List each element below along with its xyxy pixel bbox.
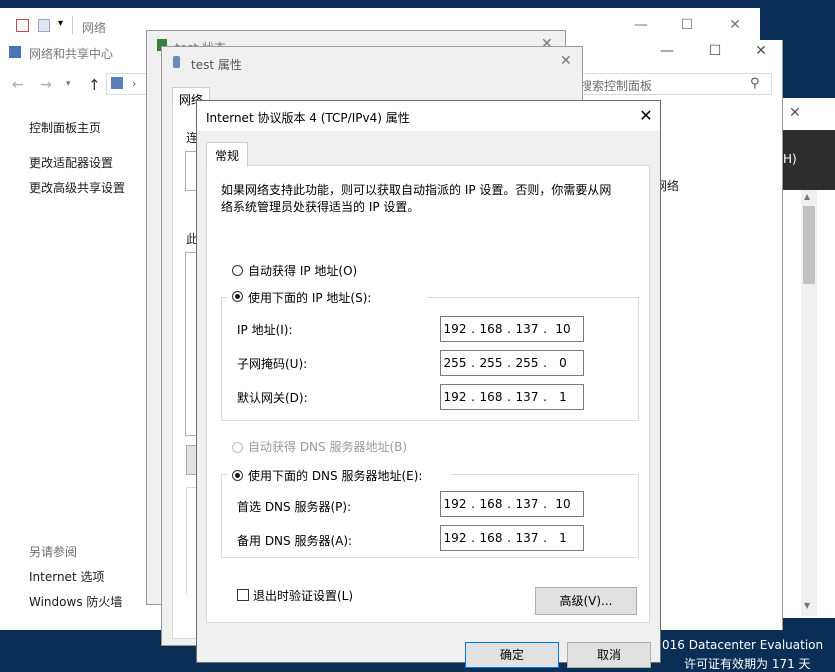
dot-separator: . [543, 497, 547, 511]
validate-on-exit-label[interactable]: 退出时验证设置(L) [253, 587, 353, 604]
recent-dropdown-icon[interactable]: ▾ [66, 79, 71, 89]
mask-octet-4: 0 [559, 356, 567, 370]
search-icon[interactable]: ⚲ [750, 76, 760, 91]
preferred-dns-label: 首选 DNS 服务器(P): [237, 500, 352, 514]
ip-octet-1: 192 [443, 322, 467, 336]
ip-octet-4: 10 [555, 322, 571, 336]
subnet-mask-label: 子网掩码(U): [237, 357, 308, 371]
cancel-button[interactable]: 取消 [567, 642, 651, 668]
quick-access-dropdown-icon[interactable]: ▾ [58, 18, 63, 29]
mask-octet-3: 255 [515, 356, 539, 370]
properties-window-icon [173, 56, 180, 68]
ip-auto-radio[interactable] [232, 265, 243, 276]
dot-separator: . [471, 322, 475, 336]
subnet-mask-field[interactable]: 255. 255. 255. 0 [440, 350, 584, 376]
dot-separator: . [507, 356, 511, 370]
document-icon [38, 19, 50, 32]
dot-separator: . [543, 322, 547, 336]
dot-separator: . [507, 390, 511, 404]
sidebar-item-advanced-sharing[interactable]: 更改高级共享设置 [29, 179, 125, 196]
dot-separator: . [507, 322, 511, 336]
properties-close-button[interactable]: ✕ [560, 53, 572, 69]
mask-octet-2: 255 [479, 356, 503, 370]
ip-address-field[interactable]: 192. 168. 137. 10 [440, 316, 584, 342]
dot-separator: . [471, 390, 475, 404]
right-window-fragment: H) [783, 152, 797, 166]
tab-general[interactable]: 常规 [206, 142, 249, 167]
gw-octet-2: 168 [479, 390, 503, 404]
network-window-title: 网络 [82, 21, 107, 35]
adns-octet-4: 1 [559, 531, 567, 545]
ok-button[interactable]: 确定 [465, 642, 559, 668]
ipv4-dialog-title: Internet 协议版本 4 (TCP/IPv4) 属性 [206, 111, 410, 125]
up-button[interactable]: ↑ [88, 76, 101, 94]
default-gateway-label: 默认网关(D): [237, 391, 308, 405]
dot-separator: . [543, 356, 547, 370]
scroll-up-arrow-icon[interactable]: ▲ [804, 192, 810, 201]
dot-separator: . [471, 356, 475, 370]
dot-separator: . [543, 531, 547, 545]
right-background-window: ✕ H) ▲ ▼ [783, 98, 835, 618]
sidebar-item-adapter-settings[interactable]: 更改适配器设置 [29, 154, 113, 171]
see-also-internet-options[interactable]: Internet 选项 [29, 568, 104, 585]
ip-manual-label[interactable]: 使用下面的 IP 地址(S): [248, 289, 371, 306]
cp-maximize-button[interactable]: ☐ [692, 36, 738, 66]
gw-octet-3: 137 [515, 390, 539, 404]
alternate-dns-label: 备用 DNS 服务器(A): [237, 534, 353, 548]
ip-octet-3: 137 [515, 322, 539, 336]
description-text: 如果网络支持此功能，则可以获取自动指派的 IP 设置。否则，你需要从网络系统管理… [221, 183, 612, 214]
ipv4-close-button[interactable]: ✕ [628, 102, 664, 130]
validate-on-exit-checkbox[interactable] [237, 589, 249, 601]
sidebar-item-home[interactable]: 控制面板主页 [29, 119, 101, 136]
see-also-header: 另请参阅 [29, 545, 78, 559]
desktop-watermark-line2: 许可证有效期为 171 天 [684, 657, 811, 671]
dns-auto-label[interactable]: 自动获得 DNS 服务器地址(B) [248, 438, 407, 455]
alternate-dns-field[interactable]: 192. 168. 137. 1 [440, 525, 584, 551]
right-window-close-icon[interactable]: ✕ [789, 105, 801, 121]
see-also-windows-firewall[interactable]: Windows 防火墙 [29, 593, 122, 610]
properties-window-title: test 属性 [191, 58, 242, 72]
ip-address-label: IP 地址(I): [237, 323, 293, 337]
checkbox-icon [16, 19, 29, 32]
dot-separator: . [507, 497, 511, 511]
cp-minimize-button[interactable]: — [644, 36, 690, 66]
back-button[interactable]: ← [12, 77, 24, 93]
adns-octet-3: 137 [515, 531, 539, 545]
ipv4-properties-dialog: Internet 协议版本 4 (TCP/IPv4) 属性 ✕ 常规 如果网络支… [196, 100, 664, 668]
network-center-icon [9, 46, 21, 58]
control-panel-title: 网络和共享中心 [29, 47, 114, 61]
cp-close-button[interactable]: ✕ [738, 36, 784, 66]
preferred-dns-field[interactable]: 192. 168. 137. 10 [440, 491, 584, 517]
dns-manual-label[interactable]: 使用下面的 DNS 服务器地址(E): [248, 467, 422, 484]
pdns-octet-1: 192 [443, 497, 467, 511]
gw-octet-1: 192 [443, 390, 467, 404]
ip-octet-2: 168 [479, 322, 503, 336]
search-placeholder: 搜索控制面板 [580, 79, 653, 93]
dot-separator: . [507, 531, 511, 545]
ip-manual-radio[interactable] [232, 291, 243, 302]
control-panel-icon [111, 77, 123, 89]
pdns-octet-2: 168 [479, 497, 503, 511]
default-gateway-field[interactable]: 192. 168. 137. 1 [440, 384, 584, 410]
divider [72, 16, 73, 34]
adns-octet-1: 192 [443, 531, 467, 545]
dot-separator: . [471, 497, 475, 511]
pdns-octet-4: 10 [555, 497, 571, 511]
dns-manual-radio[interactable] [232, 470, 243, 481]
forward-button[interactable]: → [40, 77, 52, 93]
mask-octet-1: 255 [443, 356, 467, 370]
scroll-down-arrow-icon[interactable]: ▼ [804, 601, 810, 610]
scrollbar-thumb[interactable] [803, 206, 815, 284]
adns-octet-2: 168 [479, 531, 503, 545]
dns-auto-radio[interactable] [232, 442, 243, 453]
advanced-button[interactable]: 高级(V)... [535, 587, 637, 615]
chevron-right-icon: › [132, 77, 137, 90]
dot-separator: . [471, 531, 475, 545]
ip-auto-label[interactable]: 自动获得 IP 地址(O) [248, 262, 357, 279]
dot-separator: . [543, 390, 547, 404]
desktop-watermark-line1: 016 Datacenter Evaluation [662, 638, 824, 652]
gw-octet-4: 1 [559, 390, 567, 404]
pdns-octet-3: 137 [515, 497, 539, 511]
